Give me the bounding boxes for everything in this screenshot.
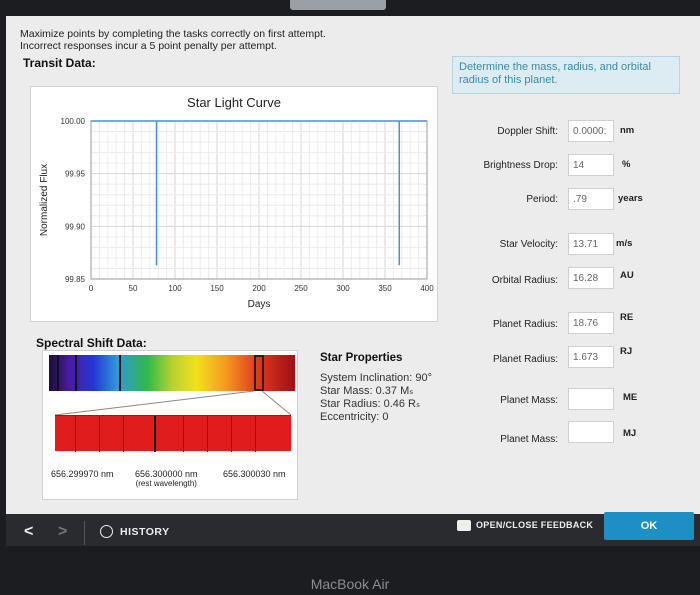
x-tick-label: 200 xyxy=(252,284,266,293)
band-tick xyxy=(231,416,232,452)
top-tab xyxy=(290,0,386,10)
x-tick-label: 250 xyxy=(294,284,308,293)
absorption-line xyxy=(119,355,121,391)
radius-earth-field[interactable]: 18.76 xyxy=(568,312,614,334)
orbital-label: Orbital Radius: xyxy=(491,275,558,286)
history-icon xyxy=(100,525,113,538)
history-button[interactable]: HISTORY xyxy=(120,526,170,538)
band-tick xyxy=(75,416,76,452)
radius-jupiter-unit: RJ xyxy=(620,346,633,357)
spectral-title: Spectral Shift Data: xyxy=(36,336,147,350)
rest-wavelength-line xyxy=(154,416,156,452)
mass-earth-unit: ME xyxy=(623,392,638,403)
period-field[interactable]: .79 xyxy=(568,188,614,210)
y-tick-label: 99.90 xyxy=(65,222,86,231)
band-tick xyxy=(255,416,256,452)
doppler-label: Doppler Shift: xyxy=(497,126,558,137)
absorption-line xyxy=(57,355,59,391)
system-inclination: System Inclination: 90° xyxy=(320,372,433,384)
x-tick-label: 300 xyxy=(336,284,350,293)
brightness-label: Brightness Drop: xyxy=(483,160,558,171)
y-tick-label: 99.95 xyxy=(65,170,86,179)
mass-jupiter-label: Planet Mass: xyxy=(500,434,558,445)
wavelength-rest-sub: (rest wavelength) xyxy=(135,479,197,488)
x-tick-label: 150 xyxy=(210,284,224,293)
ok-button[interactable]: OK xyxy=(604,512,694,540)
mass-earth-label: Planet Mass: xyxy=(500,395,558,406)
zoomed-spectrum-band xyxy=(55,415,291,452)
x-axis-label: Days xyxy=(248,299,271,310)
orbital-unit: AU xyxy=(620,270,634,281)
feedback-icon xyxy=(457,520,471,531)
brightness-field[interactable]: 14 xyxy=(568,154,614,176)
wavelength-mid: 656.300000 nm (rest wavelength) xyxy=(135,469,198,488)
x-tick-label: 0 xyxy=(89,284,94,293)
x-tick-label: 100 xyxy=(168,284,182,293)
radius-earth-unit: RE xyxy=(620,312,634,323)
band-tick xyxy=(99,416,100,452)
zoom-box xyxy=(254,355,264,391)
nav-divider xyxy=(84,521,85,545)
back-arrow-icon[interactable]: < xyxy=(24,523,33,541)
band-tick xyxy=(183,416,184,452)
mass-jupiter-field[interactable] xyxy=(568,421,614,443)
forward-arrow-icon[interactable]: > xyxy=(58,523,67,541)
spectral-panel: 656.299970 nm 656.300000 nm (rest wavele… xyxy=(42,350,298,500)
wavelength-left: 656.299970 nm xyxy=(51,469,114,479)
y-tick-label: 100.00 xyxy=(61,117,86,126)
instructions-line1: Maximize points by completing the tasks … xyxy=(20,28,326,40)
radius-jupiter-label: Planet Radius: xyxy=(492,354,558,365)
wavelength-right: 656.300030 nm xyxy=(223,469,286,479)
velocity-label: Star Velocity: xyxy=(499,239,558,250)
star-mass: Star Mass: 0.37 Mₛ xyxy=(320,385,414,397)
y-axis-label: Normalized Flux xyxy=(39,164,50,236)
wavelength-rest: 656.300000 nm xyxy=(135,469,198,479)
x-tick-label: 50 xyxy=(129,284,138,293)
doppler-field[interactable]: 0.0000: xyxy=(568,120,614,142)
velocity-field[interactable]: 13.71 xyxy=(568,233,614,255)
star-properties-heading: Star Properties xyxy=(320,352,403,364)
light-curve-panel: Star Light Curve 100.00 99.95 99.90 99.85 0 5… xyxy=(30,86,438,322)
spectrum-bar xyxy=(49,355,295,391)
brightness-unit: % xyxy=(622,159,631,170)
question-prompt: Determine the mass, radius, and orbital … xyxy=(452,56,680,94)
velocity-unit: m/s xyxy=(616,238,633,249)
orbital-field[interactable]: 16.28 xyxy=(568,267,614,289)
x-tick-label: 350 xyxy=(378,284,392,293)
star-properties: Star Properties System Inclination: 90° … xyxy=(320,352,432,424)
light-curve-chart: 100.00 99.95 99.90 99.850 50 100 150 200 250 300 3… xyxy=(39,117,434,310)
eccentricity: Eccentricity: 0 xyxy=(320,411,389,423)
mass-jupiter-unit: MJ xyxy=(623,428,637,439)
band-tick xyxy=(207,416,208,452)
absorption-line xyxy=(75,355,77,391)
instructions: Maximize points by completing the tasks … xyxy=(20,28,326,52)
x-tick-label: 400 xyxy=(420,284,434,293)
period-unit: years xyxy=(618,193,643,204)
brand-label: MacBook Air xyxy=(310,576,390,592)
band-tick xyxy=(123,416,124,452)
transit-title: Transit Data: xyxy=(23,56,96,70)
star-radius: Star Radius: 0.46 Rₛ xyxy=(320,398,421,410)
y-tick-label: 99.85 xyxy=(65,275,86,284)
period-label: Period: xyxy=(526,194,558,205)
doppler-unit: nm xyxy=(620,125,635,136)
mass-earth-field[interactable] xyxy=(568,388,614,410)
feedback-toggle[interactable]: OPEN/CLOSE FEEDBACK xyxy=(476,520,593,530)
instructions-line2: Incorrect responses incur a 5 point pena… xyxy=(20,40,277,52)
radius-earth-label: Planet Radius: xyxy=(492,319,558,330)
radius-jupiter-field[interactable]: 1.673 xyxy=(568,346,614,368)
screen: Maximize points by completing the tasks … xyxy=(6,16,700,514)
